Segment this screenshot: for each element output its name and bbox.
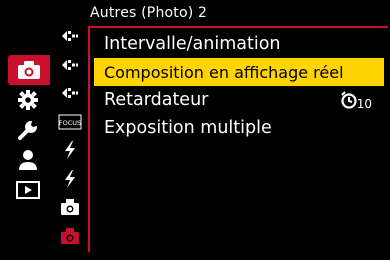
subtab-2[interactable] (55, 51, 85, 80)
camera-menu-screen: Autres (Photo) 2 FOCUS Intervalle/animat… (0, 0, 390, 260)
menu-item-live-composite[interactable]: Composition en affichage réel (94, 58, 384, 86)
self-timer-icon (340, 90, 358, 110)
tab-setup[interactable] (6, 115, 50, 145)
subtab-focus[interactable]: FOCUS (55, 108, 85, 137)
arrows-icon (61, 84, 79, 102)
flash-icon (63, 140, 77, 160)
gear-icon (17, 89, 39, 111)
frame-left-divider (88, 26, 90, 252)
menu-item-label: Intervalle/animation (104, 34, 281, 54)
self-timer-seconds: 10 (356, 97, 372, 111)
flash-icon (63, 169, 77, 189)
menu-item-self-timer[interactable]: Retardateur 10 (94, 86, 384, 114)
menu-item-label: Exposition multiple (104, 118, 272, 138)
subtab-7[interactable] (55, 193, 85, 222)
frame-top-divider (88, 26, 388, 28)
svg-text:FOCUS: FOCUS (59, 119, 81, 127)
playback-icon (16, 181, 40, 199)
menu-item-label: Retardateur (104, 90, 209, 110)
tab-my-menu[interactable] (6, 145, 50, 175)
self-timer-value: 10 (340, 90, 372, 110)
camera-small-red-icon (60, 227, 80, 245)
subtab-3[interactable] (55, 79, 85, 108)
arrows-icon (61, 56, 79, 74)
tab-custom[interactable] (6, 85, 50, 115)
menu-item-interval[interactable]: Intervalle/animation (94, 30, 384, 58)
focus-icon: FOCUS (58, 114, 82, 130)
camera-small-icon (60, 198, 80, 216)
tab-photo[interactable] (8, 55, 50, 85)
page-title: Autres (Photo) 2 (90, 5, 208, 21)
subtab-5[interactable] (55, 136, 85, 165)
menu-list: Intervalle/animation Composition en affi… (94, 30, 384, 142)
arrows-icon (61, 27, 79, 45)
subtab-6[interactable] (55, 165, 85, 194)
wrench-icon (17, 119, 39, 141)
sub-tabs: FOCUS (55, 22, 85, 250)
menu-item-label: Composition en affichage réel (104, 62, 344, 82)
subtab-8[interactable] (55, 221, 85, 250)
main-tabs (6, 55, 50, 205)
person-icon (17, 149, 39, 171)
camera-icon (17, 60, 41, 80)
subtab-1[interactable] (55, 22, 85, 51)
menu-item-multiple-exposure[interactable]: Exposition multiple (94, 114, 384, 142)
tab-playback[interactable] (6, 175, 50, 205)
